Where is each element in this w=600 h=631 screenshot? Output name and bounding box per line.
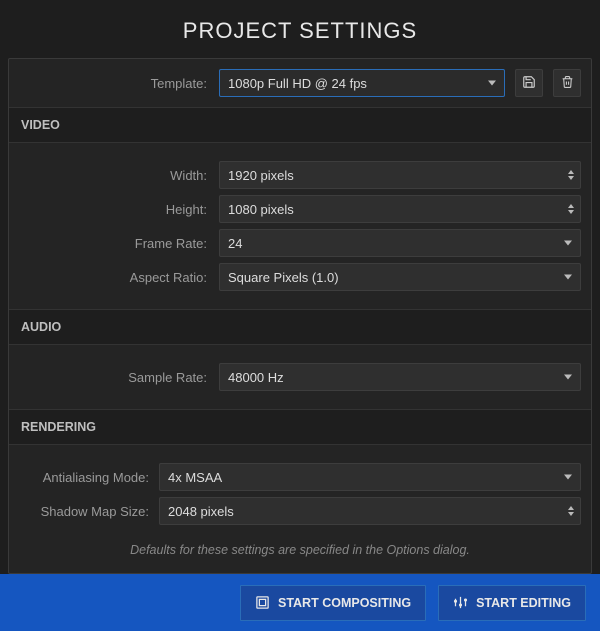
project-settings-dialog: PROJECT SETTINGS Template: 1080p Full HD… bbox=[0, 0, 600, 631]
rendering-section: Antialiasing Mode: 4x MSAA Shadow Map Si… bbox=[19, 455, 581, 563]
aspect-dropdown[interactable]: Square Pixels (1.0) bbox=[219, 263, 581, 291]
save-icon bbox=[522, 75, 536, 92]
delete-template-button[interactable] bbox=[553, 69, 581, 97]
start-compositing-button[interactable]: START COMPOSITING bbox=[240, 585, 426, 621]
dialog-content: Template: 1080p Full HD @ 24 fps VIDEO W… bbox=[8, 58, 592, 574]
video-section: Width: 1920 pixels Height: 1080 pixels F… bbox=[19, 153, 581, 299]
width-spinner[interactable]: 1920 pixels bbox=[219, 161, 581, 189]
rendering-note: Defaults for these settings are specifie… bbox=[19, 531, 581, 561]
height-label: Height: bbox=[19, 202, 209, 217]
dialog-title: PROJECT SETTINGS bbox=[0, 0, 600, 58]
aspect-label: Aspect Ratio: bbox=[19, 270, 209, 285]
samplerate-dropdown[interactable]: 48000 Hz bbox=[219, 363, 581, 391]
chevron-down-icon bbox=[564, 241, 572, 246]
start-editing-button[interactable]: START EDITING bbox=[438, 585, 586, 621]
chevron-down-icon bbox=[488, 81, 496, 86]
template-value: 1080p Full HD @ 24 fps bbox=[228, 76, 367, 91]
spinner-icon bbox=[568, 506, 574, 516]
spinner-icon bbox=[568, 204, 574, 214]
framerate-value: 24 bbox=[228, 236, 242, 251]
audio-section-header: AUDIO bbox=[9, 309, 591, 345]
aspect-value: Square Pixels (1.0) bbox=[228, 270, 339, 285]
template-label: Template: bbox=[19, 76, 209, 91]
chevron-down-icon bbox=[564, 475, 572, 480]
shadowmap-label: Shadow Map Size: bbox=[19, 504, 149, 519]
rendering-section-header: RENDERING bbox=[9, 409, 591, 445]
antialiasing-dropdown[interactable]: 4x MSAA bbox=[159, 463, 581, 491]
chevron-down-icon bbox=[564, 275, 572, 280]
compositing-icon bbox=[255, 595, 270, 610]
width-label: Width: bbox=[19, 168, 209, 183]
editing-icon bbox=[453, 595, 468, 610]
shadowmap-value: 2048 pixels bbox=[168, 504, 234, 519]
antialiasing-value: 4x MSAA bbox=[168, 470, 222, 485]
audio-section: Sample Rate: 48000 Hz bbox=[19, 355, 581, 399]
start-compositing-label: START COMPOSITING bbox=[278, 596, 411, 610]
shadowmap-spinner[interactable]: 2048 pixels bbox=[159, 497, 581, 525]
template-row: Template: 1080p Full HD @ 24 fps bbox=[19, 59, 581, 97]
height-spinner[interactable]: 1080 pixels bbox=[219, 195, 581, 223]
spinner-icon bbox=[568, 170, 574, 180]
antialiasing-label: Antialiasing Mode: bbox=[19, 470, 149, 485]
chevron-down-icon bbox=[564, 375, 572, 380]
framerate-dropdown[interactable]: 24 bbox=[219, 229, 581, 257]
dialog-footer: START COMPOSITING START EDITING bbox=[0, 574, 600, 631]
samplerate-value: 48000 Hz bbox=[228, 370, 284, 385]
template-dropdown[interactable]: 1080p Full HD @ 24 fps bbox=[219, 69, 505, 97]
save-template-button[interactable] bbox=[515, 69, 543, 97]
video-section-header: VIDEO bbox=[9, 107, 591, 143]
framerate-label: Frame Rate: bbox=[19, 236, 209, 251]
samplerate-label: Sample Rate: bbox=[19, 370, 209, 385]
height-value: 1080 pixels bbox=[228, 202, 294, 217]
trash-icon bbox=[561, 75, 574, 92]
start-editing-label: START EDITING bbox=[476, 596, 571, 610]
width-value: 1920 pixels bbox=[228, 168, 294, 183]
